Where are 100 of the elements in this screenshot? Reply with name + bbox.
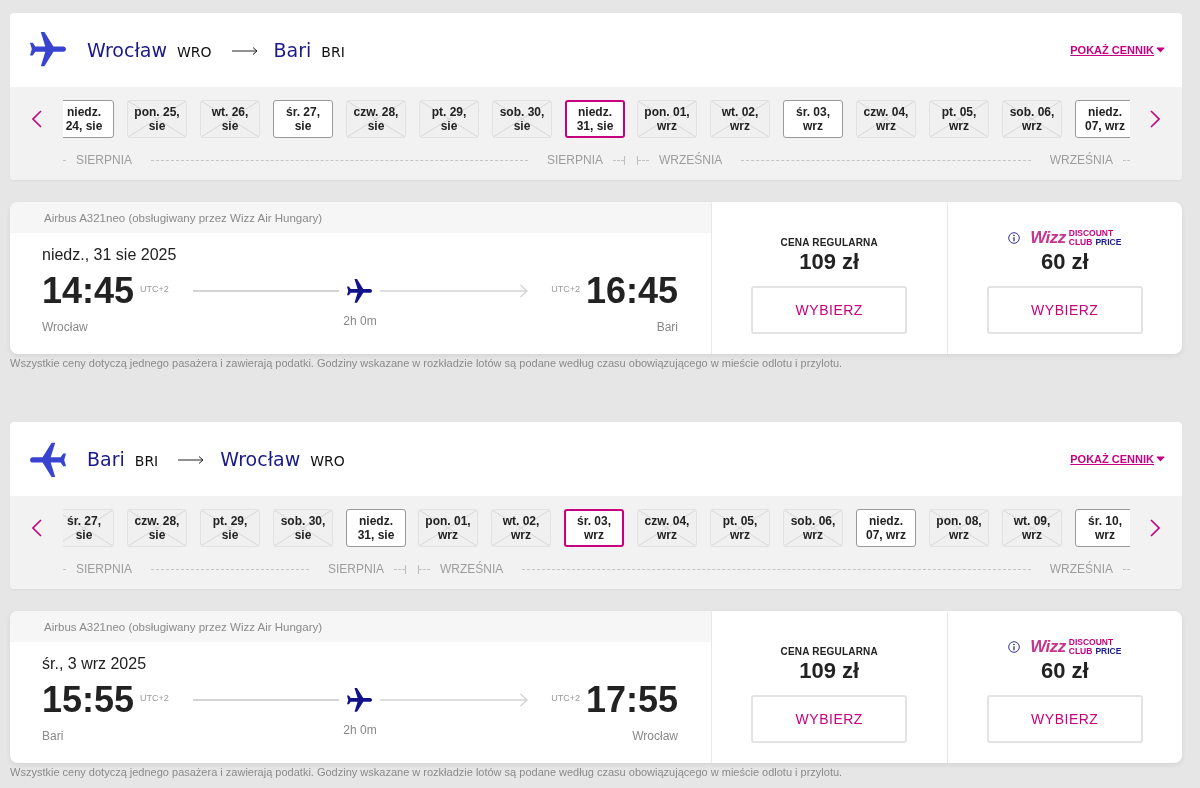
date-button[interactable]: pon. 01, wrz: [637, 100, 697, 138]
date-button[interactable]: śr. 27, sie: [273, 100, 333, 138]
month-label: WRZEŚNIA: [1049, 562, 1113, 576]
airplane-icon: [346, 278, 372, 304]
chevron-right-icon: [1150, 110, 1160, 128]
departure-time: 14:45: [42, 271, 135, 311]
month-label: WRZEŚNIA: [440, 562, 504, 576]
chevron-left-icon: [32, 519, 42, 537]
date-button[interactable]: sob. 06, wrz: [1002, 100, 1062, 138]
date-button[interactable]: sob. 30, sie: [273, 509, 333, 547]
date-button[interactable]: czw. 28, sie: [127, 509, 187, 547]
caret-down-icon: [1156, 456, 1165, 462]
chevron-right-icon: [1150, 519, 1160, 537]
date-button[interactable]: wt. 02, wrz: [491, 509, 551, 547]
arrival-time: 16:45: [585, 271, 678, 311]
airplane-icon: [30, 32, 66, 68]
date-button[interactable]: śr. 03, wrz: [783, 100, 843, 138]
date-button[interactable]: śr. 03, wrz: [564, 509, 624, 547]
date-button[interactable]: niedz. 24, sie: [63, 100, 114, 138]
arrow-right-icon: [231, 46, 258, 56]
destination-code: BRI: [321, 43, 345, 60]
chevron-left-icon: [32, 110, 42, 128]
flight-duration: 2h 0m: [343, 723, 377, 737]
date-button[interactable]: czw. 28, sie: [346, 100, 406, 138]
aircraft-info: Airbus A321neo (obsługiwany przez Wizz Air Hungary): [44, 211, 323, 224]
date-button[interactable]: sob. 06, wrz: [783, 509, 843, 547]
timezone-label: UTC+2: [140, 693, 169, 703]
logo-text: DISCOUNT: [1068, 638, 1114, 647]
origin-code: WRO: [177, 43, 212, 60]
logo-text: DISCOUNT: [1068, 229, 1114, 238]
date-button[interactable]: niedz. 31, sie: [346, 509, 406, 547]
airplane-icon: [346, 687, 372, 713]
month-label: WRZEŚNIA: [1049, 153, 1113, 167]
month-label: SIERPNIA: [76, 153, 132, 167]
fare-label: CENA REGULARNA: [780, 646, 878, 658]
month-label: SIERPNIA: [328, 562, 384, 576]
caret-down-icon: [1156, 47, 1165, 53]
fare-price: 109 zł: [799, 658, 860, 684]
date-button[interactable]: pon. 08, wrz: [929, 509, 989, 547]
disclaimer-text: Wszystkie ceny dotyczą jednego pasażera i zawierają podatki. Godziny wskazane w rozkładzie lotów są podane według czasu obowiązującego w mieście odlotu i przylotu.: [10, 766, 844, 779]
date-button[interactable]: wt. 26, sie: [200, 100, 260, 138]
date-button[interactable]: pt. 29, sie: [200, 509, 260, 547]
date-button[interactable]: pt. 29, sie: [419, 100, 479, 138]
departure-city: Wrocław: [42, 320, 88, 334]
flight-date: niedz., 31 sie 2025: [42, 245, 177, 265]
date-button[interactable]: pon. 01, wrz: [418, 509, 478, 547]
date-button[interactable]: czw. 04, wrz: [856, 100, 916, 138]
date-button[interactable]: pt. 05, wrz: [710, 509, 770, 547]
date-button[interactable]: pt. 05, wrz: [929, 100, 989, 138]
show-prices-link[interactable]: POKAŻ CENNIK: [1070, 44, 1165, 56]
arrow-right-icon: [379, 693, 528, 707]
date-button[interactable]: niedz. 07, wrz: [856, 509, 916, 547]
select-button[interactable]: WYBIERZ: [751, 695, 908, 743]
logo-wordmark: Wizz: [1030, 229, 1066, 247]
logo-text: CLUB: [1068, 647, 1093, 656]
destination-city: Bari: [273, 39, 312, 61]
arrival-time: 17:55: [585, 680, 678, 720]
timezone-label: UTC+2: [551, 284, 580, 294]
fare-price: 60 zł: [1040, 658, 1089, 684]
month-label: WRZEŚNIA: [659, 153, 723, 167]
show-prices-link[interactable]: POKAŻ CENNIK: [1070, 453, 1165, 465]
month-label: SIERPNIA: [76, 562, 132, 576]
info-icon[interactable]: [1008, 232, 1021, 244]
month-label: SIERPNIA: [547, 153, 603, 167]
fare-label: CENA REGULARNA: [780, 237, 878, 249]
date-button[interactable]: sob. 30, sie: [492, 100, 552, 138]
date-button[interactable]: śr. 27, sie: [63, 509, 114, 547]
logo-text: PRICE: [1095, 647, 1122, 656]
logo-text: PRICE: [1095, 238, 1122, 247]
date-button[interactable]: pon. 25, sie: [127, 100, 187, 138]
flight-date: śr., 3 wrz 2025: [42, 654, 147, 674]
aircraft-info: Airbus A321neo (obsługiwany przez Wizz Air Hungary): [44, 620, 323, 633]
timezone-label: UTC+2: [551, 693, 580, 703]
info-icon[interactable]: [1008, 641, 1021, 653]
arrow-right-icon: [178, 455, 205, 465]
date-button[interactable]: wt. 09, wrz: [1002, 509, 1062, 547]
arrival-city: Wrocław: [632, 729, 678, 743]
date-button[interactable]: niedz. 31, sie: [565, 100, 625, 138]
origin-city: Wrocław: [87, 39, 167, 61]
destination-code: WRO: [310, 452, 345, 469]
fare-price: 60 zł: [1040, 249, 1089, 275]
origin-city: Bari: [87, 448, 125, 470]
date-button[interactable]: wt. 02, wrz: [710, 100, 770, 138]
departure-time: 15:55: [42, 680, 135, 720]
select-button[interactable]: WYBIERZ: [986, 286, 1143, 334]
logo-text: CLUB: [1068, 238, 1093, 247]
airplane-icon: [30, 441, 66, 477]
flight-duration: 2h 0m: [343, 314, 377, 328]
fare-price: 109 zł: [799, 249, 860, 275]
date-button[interactable]: niedz. 07, wrz: [1075, 100, 1130, 138]
departure-city: Bari: [42, 729, 64, 743]
disclaimer-text: Wszystkie ceny dotyczą jednego pasażera i zawierają podatki. Godziny wskazane w rozkładzie lotów są podane według czasu obowiązującego w mieście odlotu i przylotu.: [10, 357, 844, 370]
destination-city: Wrocław: [220, 448, 301, 470]
date-button[interactable]: śr. 10, wrz: [1075, 509, 1130, 547]
select-button[interactable]: WYBIERZ: [986, 695, 1143, 743]
arrival-city: Bari: [656, 320, 678, 334]
timezone-label: UTC+2: [140, 284, 169, 294]
select-button[interactable]: WYBIERZ: [751, 286, 908, 334]
date-button[interactable]: czw. 04, wrz: [637, 509, 697, 547]
arrow-right-icon: [379, 284, 528, 298]
